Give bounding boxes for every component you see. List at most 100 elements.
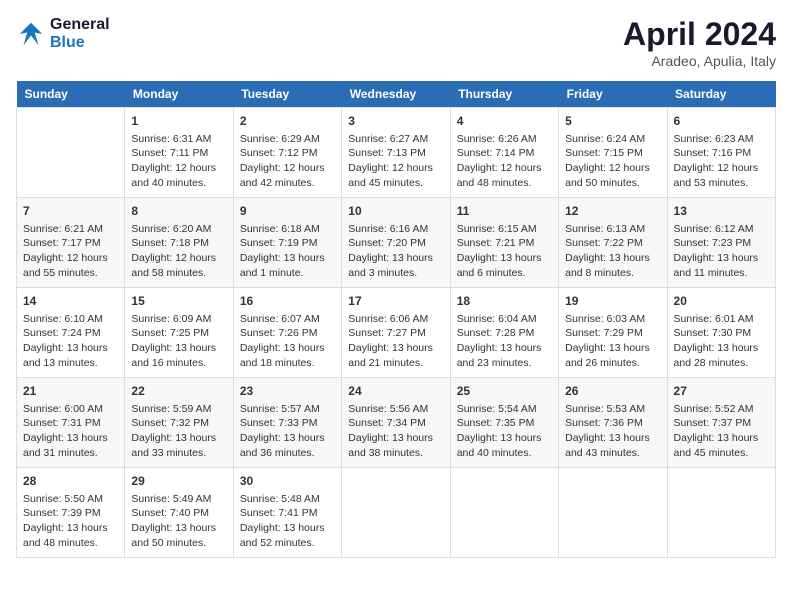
month-title: April 2024: [623, 16, 776, 53]
day-number: 30: [240, 473, 335, 490]
day-cell: 26 Sunrise: 5:53 AMSunset: 7:36 PMDayligh…: [559, 378, 667, 468]
day-cell: [450, 468, 558, 558]
day-number: 16: [240, 293, 335, 310]
day-cell: 4Sunrise: 6:26 AMSunset: 7:14 PMDaylight…: [450, 108, 558, 198]
logo-text: General Blue: [50, 16, 110, 52]
day-info: Sunrise: 5:59 AMSunset: 7:32 PMDaylight:…: [131, 402, 226, 461]
week-row-4: 21 Sunrise: 6:00 AMSunset: 7:31 PMDayligh…: [17, 378, 776, 468]
day-number: 29: [131, 473, 226, 490]
day-cell: 20 Sunrise: 6:01 AMSunset: 7:30 PMDayligh…: [667, 288, 775, 378]
day-cell: 25 Sunrise: 5:54 AMSunset: 7:35 PMDayligh…: [450, 378, 558, 468]
day-info: Sunrise: 5:50 AMSunset: 7:39 PMDaylight:…: [23, 492, 118, 551]
day-number: 28: [23, 473, 118, 490]
day-cell: 8 Sunrise: 6:20 AMSunset: 7:18 PMDaylight…: [125, 198, 233, 288]
day-cell: 22 Sunrise: 5:59 AMSunset: 7:32 PMDayligh…: [125, 378, 233, 468]
day-info: Sunrise: 6:29 AMSunset: 7:12 PMDaylight:…: [240, 132, 335, 191]
col-header-saturday: Saturday: [667, 81, 775, 108]
day-info: Sunrise: 5:57 AMSunset: 7:33 PMDaylight:…: [240, 402, 335, 461]
day-number: 17: [348, 293, 443, 310]
day-number: 27: [674, 383, 769, 400]
day-cell: 28 Sunrise: 5:50 AMSunset: 7:39 PMDayligh…: [17, 468, 125, 558]
page-header: General Blue April 2024 Aradeo, Apulia, …: [16, 16, 776, 69]
day-info: Sunrise: 6:00 AMSunset: 7:31 PMDaylight:…: [23, 402, 118, 461]
day-number: 24: [348, 383, 443, 400]
day-info: Sunrise: 6:27 AMSunset: 7:13 PMDaylight:…: [348, 132, 443, 191]
day-number: 21: [23, 383, 118, 400]
day-number: 26: [565, 383, 660, 400]
day-cell: [667, 468, 775, 558]
day-info: Sunrise: 6:07 AMSunset: 7:26 PMDaylight:…: [240, 312, 335, 371]
day-info: Sunrise: 6:21 AMSunset: 7:17 PMDaylight:…: [23, 222, 118, 281]
day-cell: 7Sunrise: 6:21 AMSunset: 7:17 PMDaylight…: [17, 198, 125, 288]
day-number: 13: [674, 203, 769, 220]
day-cell: 16 Sunrise: 6:07 AMSunset: 7:26 PMDayligh…: [233, 288, 341, 378]
day-cell: 29 Sunrise: 5:49 AMSunset: 7:40 PMDayligh…: [125, 468, 233, 558]
col-header-monday: Monday: [125, 81, 233, 108]
calendar-table: SundayMondayTuesdayWednesdayThursdayFrid…: [16, 81, 776, 558]
day-number: 9: [240, 203, 335, 220]
day-info: Sunrise: 5:53 AMSunset: 7:36 PMDaylight:…: [565, 402, 660, 461]
day-info: Sunrise: 6:18 AMSunset: 7:19 PMDaylight:…: [240, 222, 335, 281]
day-number: 19: [565, 293, 660, 310]
day-info: Sunrise: 5:52 AMSunset: 7:37 PMDaylight:…: [674, 402, 769, 461]
day-number: 15: [131, 293, 226, 310]
day-cell: 12Sunrise: 6:13 AMSunset: 7:22 PMDayligh…: [559, 198, 667, 288]
calendar-header: SundayMondayTuesdayWednesdayThursdayFrid…: [17, 81, 776, 108]
day-info: Sunrise: 5:56 AMSunset: 7:34 PMDaylight:…: [348, 402, 443, 461]
day-info: Sunrise: 6:09 AMSunset: 7:25 PMDaylight:…: [131, 312, 226, 371]
col-header-wednesday: Wednesday: [342, 81, 450, 108]
col-header-friday: Friday: [559, 81, 667, 108]
day-cell: 18 Sunrise: 6:04 AMSunset: 7:28 PMDayligh…: [450, 288, 558, 378]
day-number: 18: [457, 293, 552, 310]
location-subtitle: Aradeo, Apulia, Italy: [623, 53, 776, 69]
day-info: Sunrise: 6:03 AMSunset: 7:29 PMDaylight:…: [565, 312, 660, 371]
day-cell: 5Sunrise: 6:24 AMSunset: 7:15 PMDaylight…: [559, 108, 667, 198]
day-cell: 23 Sunrise: 5:57 AMSunset: 7:33 PMDayligh…: [233, 378, 341, 468]
col-header-sunday: Sunday: [17, 81, 125, 108]
day-info: Sunrise: 5:48 AMSunset: 7:41 PMDaylight:…: [240, 492, 335, 551]
logo-icon: [16, 19, 46, 49]
day-info: Sunrise: 5:49 AMSunset: 7:40 PMDaylight:…: [131, 492, 226, 551]
day-number: 2: [240, 113, 335, 130]
day-info: Sunrise: 6:31 AMSunset: 7:11 PMDaylight:…: [131, 132, 226, 191]
day-info: Sunrise: 6:20 AMSunset: 7:18 PMDaylight:…: [131, 222, 226, 281]
day-number: 20: [674, 293, 769, 310]
day-cell: 3 Sunrise: 6:27 AMSunset: 7:13 PMDaylight…: [342, 108, 450, 198]
day-number: 8: [131, 203, 226, 220]
header-row: SundayMondayTuesdayWednesdayThursdayFrid…: [17, 81, 776, 108]
day-cell: 6Sunrise: 6:23 AMSunset: 7:16 PMDaylight…: [667, 108, 775, 198]
day-number: 23: [240, 383, 335, 400]
day-number: 14: [23, 293, 118, 310]
day-cell: 11Sunrise: 6:15 AMSunset: 7:21 PMDayligh…: [450, 198, 558, 288]
day-cell: 1 Sunrise: 6:31 AMSunset: 7:11 PMDaylight…: [125, 108, 233, 198]
day-info: Sunrise: 6:24 AMSunset: 7:15 PMDaylight:…: [565, 132, 660, 191]
day-cell: 27 Sunrise: 5:52 AMSunset: 7:37 PMDayligh…: [667, 378, 775, 468]
day-cell: 15 Sunrise: 6:09 AMSunset: 7:25 PMDayligh…: [125, 288, 233, 378]
week-row-3: 14 Sunrise: 6:10 AMSunset: 7:24 PMDayligh…: [17, 288, 776, 378]
day-number: 1: [131, 113, 226, 130]
day-info: Sunrise: 6:13 AMSunset: 7:22 PMDaylight:…: [565, 222, 660, 281]
day-info: Sunrise: 6:06 AMSunset: 7:27 PMDaylight:…: [348, 312, 443, 371]
week-row-2: 7Sunrise: 6:21 AMSunset: 7:17 PMDaylight…: [17, 198, 776, 288]
week-row-5: 28 Sunrise: 5:50 AMSunset: 7:39 PMDayligh…: [17, 468, 776, 558]
day-cell: 19 Sunrise: 6:03 AMSunset: 7:29 PMDayligh…: [559, 288, 667, 378]
day-info: Sunrise: 6:01 AMSunset: 7:30 PMDaylight:…: [674, 312, 769, 371]
calendar-body: 1 Sunrise: 6:31 AMSunset: 7:11 PMDaylight…: [17, 108, 776, 558]
day-number: 22: [131, 383, 226, 400]
day-cell: [342, 468, 450, 558]
logo: General Blue: [16, 16, 110, 52]
day-cell: 30 Sunrise: 5:48 AMSunset: 7:41 PMDayligh…: [233, 468, 341, 558]
day-cell: 14 Sunrise: 6:10 AMSunset: 7:24 PMDayligh…: [17, 288, 125, 378]
day-info: Sunrise: 6:10 AMSunset: 7:24 PMDaylight:…: [23, 312, 118, 371]
day-cell: [559, 468, 667, 558]
day-number: 3: [348, 113, 443, 130]
day-info: Sunrise: 6:26 AMSunset: 7:14 PMDaylight:…: [457, 132, 552, 191]
day-cell: 9 Sunrise: 6:18 AMSunset: 7:19 PMDaylight…: [233, 198, 341, 288]
day-number: 25: [457, 383, 552, 400]
day-info: Sunrise: 6:16 AMSunset: 7:20 PMDaylight:…: [348, 222, 443, 281]
day-cell: 21 Sunrise: 6:00 AMSunset: 7:31 PMDayligh…: [17, 378, 125, 468]
day-info: Sunrise: 6:04 AMSunset: 7:28 PMDaylight:…: [457, 312, 552, 371]
day-cell: 13Sunrise: 6:12 AMSunset: 7:23 PMDayligh…: [667, 198, 775, 288]
day-cell: 24 Sunrise: 5:56 AMSunset: 7:34 PMDayligh…: [342, 378, 450, 468]
day-info: Sunrise: 5:54 AMSunset: 7:35 PMDaylight:…: [457, 402, 552, 461]
